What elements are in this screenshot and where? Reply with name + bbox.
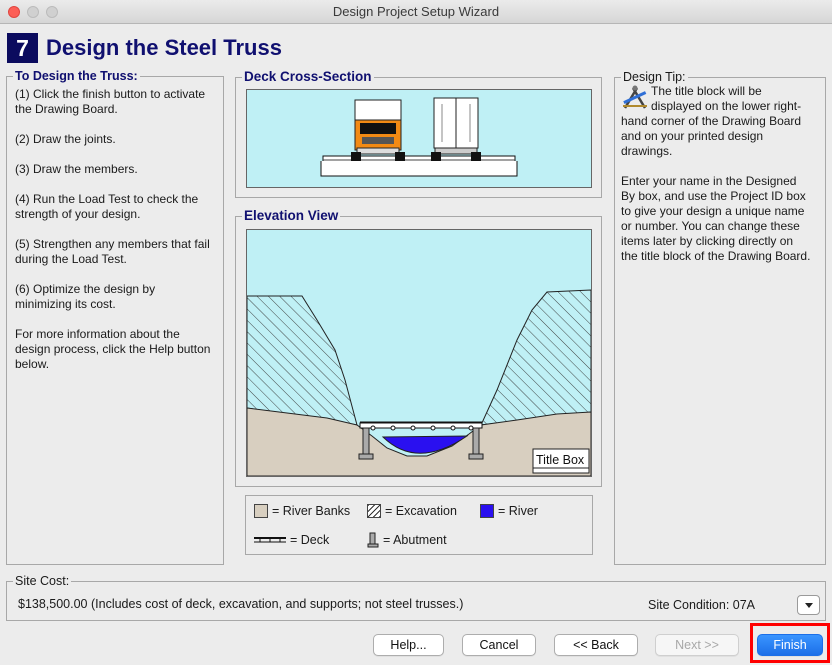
instruction-step: (3) Draw the members. bbox=[15, 162, 138, 176]
cancel-button[interactable]: Cancel bbox=[462, 634, 536, 656]
rear-truck bbox=[431, 97, 481, 161]
legend-deck: = Deck bbox=[254, 533, 329, 547]
step-number-badge: 7 bbox=[7, 33, 38, 63]
elevation-view-image: Title Box bbox=[246, 229, 592, 477]
deck-drawing bbox=[320, 97, 518, 177]
legend-excavation-label: = Excavation bbox=[385, 504, 457, 518]
site-cost-heading: Site Cost: bbox=[13, 574, 72, 588]
instruction-step: (2) Draw the joints. bbox=[15, 132, 116, 146]
legend-box: = River Banks = Excavation = River = Dec… bbox=[245, 495, 593, 555]
close-window-button[interactable] bbox=[8, 6, 20, 18]
river-swatch bbox=[480, 504, 494, 518]
instruction-step: (6) Optimize the design by minimizing it… bbox=[15, 282, 156, 311]
instructions-panel: To Design the Truss: (1) Click the finis… bbox=[6, 69, 224, 565]
site-condition-label: Site Condition: 07A bbox=[648, 598, 756, 612]
title-box-label: Title Box bbox=[536, 453, 585, 467]
zoom-window-button[interactable] bbox=[46, 6, 58, 18]
deck-symbol-icon bbox=[254, 537, 286, 543]
legend-abutment-label: = Abutment bbox=[383, 533, 447, 547]
abutment-symbol-icon bbox=[367, 532, 379, 548]
legend-river: = River bbox=[480, 504, 538, 518]
next-button[interactable]: Next >> bbox=[655, 634, 739, 656]
window-title: Design Project Setup Wizard bbox=[332, 4, 500, 19]
minimize-window-button[interactable] bbox=[27, 6, 39, 18]
instruction-step: (5) Strengthen any members that fail dur… bbox=[15, 237, 210, 266]
legend-river-banks: = River Banks bbox=[254, 504, 350, 518]
excavation-swatch bbox=[367, 504, 381, 518]
instructions-heading: To Design the Truss: bbox=[13, 69, 140, 83]
legend-river-label: = River bbox=[498, 504, 538, 518]
legend-deck-label: = Deck bbox=[290, 533, 330, 547]
design-tip-paragraph-2: Enter your name in the Designed By box, … bbox=[621, 174, 811, 263]
design-tip-heading: Design Tip: bbox=[621, 70, 688, 84]
elevation-heading: Elevation View bbox=[242, 208, 341, 224]
instruction-step: (4) Run the Load Test to check the stren… bbox=[15, 192, 199, 221]
elevation-drawing: Title Box bbox=[246, 289, 592, 477]
front-truck bbox=[351, 99, 405, 161]
deck-cross-section-image bbox=[246, 89, 592, 188]
design-tip-panel: Design Tip: The title block will be disp… bbox=[614, 70, 826, 565]
instructions-list: (1) Click the finish button to activate … bbox=[15, 87, 215, 387]
help-button[interactable]: Help... bbox=[373, 634, 444, 656]
river-banks-swatch bbox=[254, 504, 268, 518]
instruction-step: (1) Click the finish button to activate … bbox=[15, 87, 206, 116]
legend-river-banks-label: = River Banks bbox=[272, 504, 351, 518]
finish-highlight bbox=[750, 623, 830, 663]
window-titlebar: Design Project Setup Wizard bbox=[0, 0, 832, 24]
site-condition-dropdown[interactable] bbox=[797, 595, 820, 615]
legend-abutment: = Abutment bbox=[367, 532, 447, 548]
drafting-tools-icon bbox=[623, 85, 647, 109]
deck-section-heading: Deck Cross-Section bbox=[242, 69, 374, 85]
design-tip-text: The title block will be displayed on the… bbox=[621, 84, 813, 279]
page-title: Design the Steel Truss bbox=[46, 35, 282, 60]
back-button[interactable]: << Back bbox=[554, 634, 638, 656]
site-cost-value: $138,500.00 (Includes cost of deck, exca… bbox=[18, 597, 464, 611]
legend-excavation: = Excavation bbox=[367, 504, 457, 518]
instruction-step: For more information about the design pr… bbox=[15, 327, 211, 371]
